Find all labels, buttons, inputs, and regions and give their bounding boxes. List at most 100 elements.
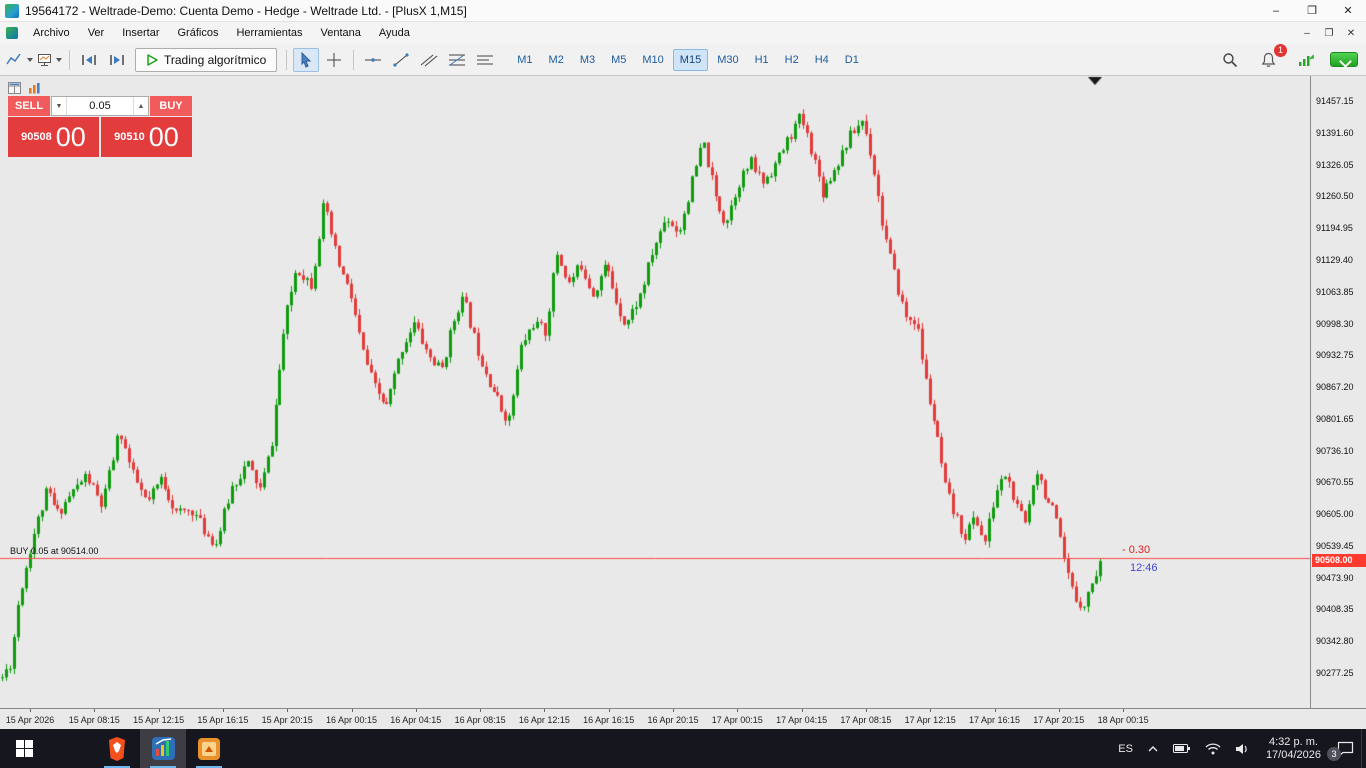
mdi-minimize-button[interactable]: – — [1296, 22, 1318, 44]
timeframe-m1[interactable]: M1 — [510, 49, 539, 71]
menu-archivo[interactable]: Archivo — [24, 22, 79, 44]
menu-app-icon — [6, 27, 18, 39]
channel-tool-button[interactable] — [416, 48, 442, 72]
time-axis-label: 15 Apr 08:15 — [68, 715, 120, 725]
time-axis[interactable]: 15 Apr 2026 15 Apr 08:15 15 Apr 12:15 15 Ap… — [0, 708, 1366, 729]
lot-decrease-button[interactable]: ▼ — [52, 97, 67, 115]
polyline-chart-icon — [6, 53, 21, 64]
minimize-button[interactable]: – — [1258, 0, 1294, 21]
price-axis-tick: 90539.45 — [1316, 540, 1354, 551]
menu-herramientas[interactable]: Herramientas — [227, 22, 311, 44]
app-logo-icon — [5, 3, 19, 18]
start-button[interactable] — [0, 729, 48, 768]
time-axis-label: 16 Apr 16:15 — [583, 715, 635, 725]
action-center-badge: 3 — [1327, 747, 1341, 761]
algo-trading-button[interactable]: Trading algorítmico — [135, 47, 278, 72]
mdi-close-button[interactable]: ✕ — [1340, 22, 1362, 44]
price-axis-tick: 90867.20 — [1316, 382, 1354, 393]
tray-expand-button[interactable] — [1140, 729, 1166, 768]
timeframe-m5[interactable]: M5 — [604, 49, 633, 71]
timeframe-m2[interactable]: M2 — [542, 49, 571, 71]
objects-list-tool-button[interactable] — [472, 48, 498, 72]
timeframe-m3[interactable]: M3 — [573, 49, 602, 71]
price-axis-tick: 90342.80 — [1316, 636, 1354, 647]
horizontal-line-tool-button[interactable] — [360, 48, 386, 72]
connection-status-indicator — [1330, 52, 1358, 67]
chart-shift-button[interactable] — [104, 48, 130, 72]
show-desktop-button[interactable] — [1361, 729, 1366, 768]
lot-size-value[interactable]: 0.05 — [67, 97, 133, 115]
fibonacci-tool-button[interactable] — [444, 48, 470, 72]
quick-trading-panel-icon[interactable] — [8, 82, 21, 94]
notifications-button[interactable]: 1 — [1255, 43, 1287, 72]
time-axis-tick — [608, 709, 610, 712]
price-axis-tick: 91457.15 — [1316, 96, 1354, 107]
monitor-icon — [38, 53, 51, 66]
timeframe-m15[interactable]: M15 — [672, 48, 709, 71]
price-axis-tick: 91063.85 — [1316, 286, 1354, 297]
taskbar-clock[interactable]: 4:32 p. m. 17/04/2026 — [1257, 729, 1330, 768]
lot-increase-button[interactable]: ▲ — [133, 97, 148, 115]
price-axis-tick: 91194.95 — [1316, 223, 1353, 234]
time-axis-tick — [222, 709, 224, 712]
maximize-button[interactable]: ❐ — [1294, 0, 1330, 21]
volume-indicator[interactable] — [1228, 729, 1257, 768]
buy-button[interactable]: BUY — [150, 96, 192, 116]
time-axis-tick — [480, 709, 482, 712]
price-axis[interactable]: 90508.00 91457.15 91391.60 91326.05 91260.5… — [1312, 76, 1366, 708]
chart-plot: SELL ▼ 0.05 ▲ BUY 90508 00 90510 00 BUY … — [0, 76, 1311, 708]
timeframe-d1[interactable]: D1 — [838, 49, 866, 71]
timeframe-h2[interactable]: H2 — [778, 49, 806, 71]
chevron-down-icon — [27, 57, 33, 62]
sell-button[interactable]: SELL — [8, 96, 50, 116]
menu-ventana[interactable]: Ventana — [312, 22, 370, 44]
price-axis-tick: 90605.00 — [1316, 509, 1354, 520]
candlestick-chart[interactable] — [0, 76, 1310, 708]
menu-bar: Archivo Ver Insertar Gráficos Herramient… — [0, 22, 1366, 44]
window-title: 19564172 - Weltrade-Demo: Cuenta Demo - … — [25, 3, 467, 18]
mdi-restore-button[interactable]: ❐ — [1318, 22, 1340, 44]
position-line-label: BUY 0.05 at 90514.00 — [10, 545, 99, 556]
cursor-tool-button[interactable] — [293, 47, 320, 72]
window-controls: – ❐ ✕ — [1258, 0, 1366, 21]
time-axis-label: 17 Apr 16:15 — [968, 715, 1021, 725]
time-axis-tick — [801, 709, 803, 712]
close-button[interactable]: ✕ — [1330, 0, 1366, 21]
clock-time: 4:32 p. m. — [1269, 735, 1318, 748]
time-axis-tick — [1123, 709, 1125, 712]
buy-price-tile[interactable]: 90510 00 — [101, 117, 192, 157]
menu-ver[interactable]: Ver — [79, 22, 114, 44]
timeframe-m10[interactable]: M10 — [635, 49, 670, 71]
taskbar-app3-icon[interactable] — [186, 729, 232, 768]
menu-ayuda[interactable]: Ayuda — [370, 22, 419, 44]
crosshair-tool-button[interactable] — [321, 48, 347, 72]
play-icon — [147, 53, 158, 66]
trendline-tool-button[interactable] — [388, 48, 414, 72]
menu-graficos[interactable]: Gráficos — [169, 22, 228, 44]
new-chart-dropdown[interactable] — [5, 48, 34, 72]
chart-profiles-dropdown[interactable] — [36, 48, 63, 72]
lines-list-icon — [477, 55, 494, 64]
search-icon — [1223, 52, 1238, 67]
taskbar-metatrader-icon[interactable] — [140, 729, 186, 768]
market-depth-icon[interactable] — [28, 82, 41, 94]
timeframe-h1[interactable]: H1 — [748, 49, 776, 71]
search-button[interactable] — [1217, 48, 1243, 72]
action-center-button[interactable]: 3 — [1327, 729, 1361, 768]
timeframe-group: M1 M2 M3 M5 M10 M15 M30 H1 H2 H4 D1 — [509, 48, 867, 71]
network-indicator[interactable] — [1198, 729, 1228, 768]
timeframe-h4[interactable]: H4 — [808, 49, 836, 71]
language-indicator[interactable]: ES — [1111, 729, 1140, 768]
sell-price-tile[interactable]: 90508 00 — [8, 117, 99, 157]
time-axis-tick — [158, 709, 160, 712]
price-axis-tick: 90670.55 — [1316, 477, 1354, 488]
fibonacci-icon — [449, 54, 466, 65]
battery-indicator[interactable] — [1166, 729, 1198, 768]
connection-quality-button[interactable] — [1293, 48, 1319, 72]
taskbar-brave-icon[interactable] — [94, 729, 140, 768]
timeframe-m30[interactable]: M30 — [710, 49, 745, 71]
metatrader-icon — [151, 737, 175, 760]
time-axis-tick — [930, 709, 932, 712]
menu-insertar[interactable]: Insertar — [113, 22, 168, 44]
auto-scroll-button[interactable] — [76, 48, 102, 72]
